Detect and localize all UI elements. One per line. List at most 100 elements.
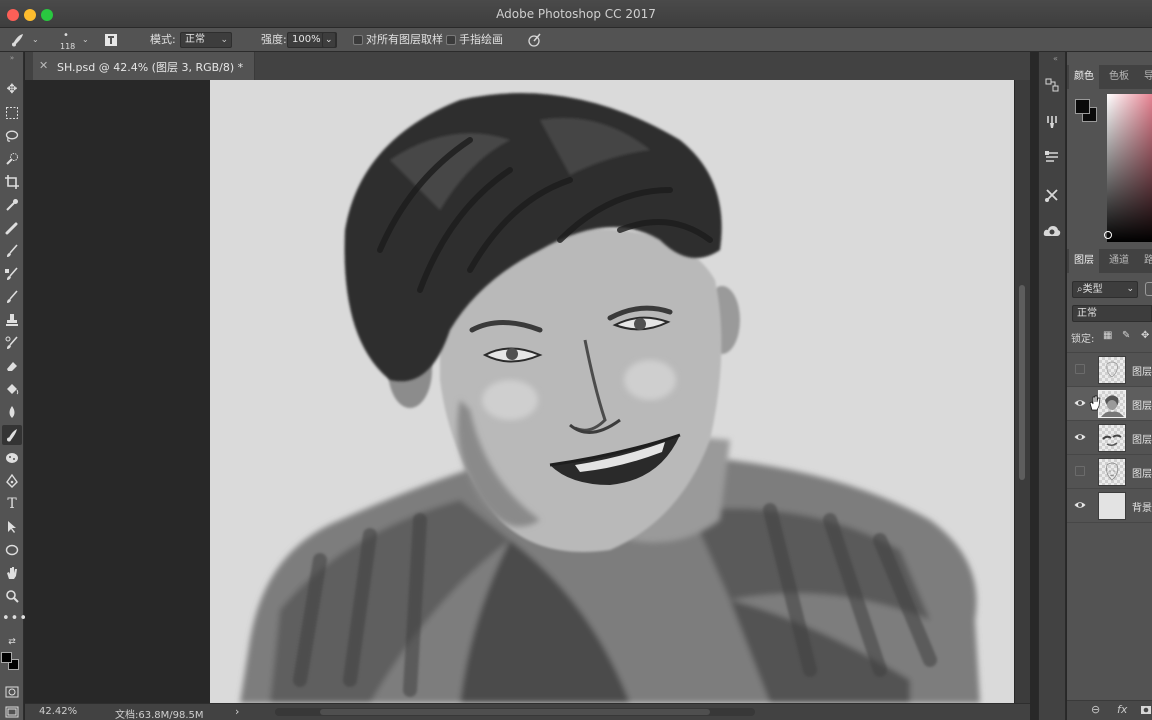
hand-tool-icon[interactable]	[2, 563, 22, 583]
mode-select[interactable]: 正常 ⌄	[180, 32, 232, 48]
marquee-tool-icon[interactable]	[2, 103, 22, 123]
eyedropper-tool-icon[interactable]	[2, 195, 22, 215]
lock-image-pixels-icon[interactable]: ✎	[1122, 330, 1130, 341]
tab-swatches[interactable]: 色板	[1104, 65, 1134, 89]
tab-paths[interactable]: 路	[1139, 249, 1152, 273]
tab-color[interactable]: 颜色	[1069, 65, 1099, 89]
tool-preset-chevron-icon[interactable]: ⌄	[32, 28, 39, 52]
layer-thumbnail	[1098, 390, 1126, 418]
brush-tool-icon[interactable]	[2, 241, 22, 261]
smudge-tool-icon[interactable]	[2, 425, 22, 445]
pressure-strength-icon[interactable]	[527, 28, 543, 52]
layer-name[interactable]: 图层	[1132, 431, 1152, 446]
smudge-tool-preset-icon[interactable]	[10, 28, 26, 52]
brush-settings-icon[interactable]	[104, 28, 118, 52]
art-history-brush-tool-icon[interactable]	[2, 333, 22, 353]
color-picker-cursor[interactable]	[1104, 231, 1112, 239]
mode-label: 模式:	[150, 33, 176, 46]
color-panel-foreground-swatch[interactable]	[1075, 99, 1090, 114]
crop-tool-icon[interactable]	[2, 172, 22, 192]
layer-row[interactable]: 图层	[1067, 455, 1152, 489]
lock-label: 锁定:	[1071, 334, 1095, 345]
quick-mask-icon[interactable]	[2, 682, 22, 702]
path-selection-tool-icon[interactable]	[2, 517, 22, 537]
lock-position-icon[interactable]: ✥	[1141, 330, 1149, 341]
zoom-level[interactable]: 42.42%	[39, 706, 77, 717]
tab-layers[interactable]: 图层	[1069, 249, 1099, 273]
layer-effects-button[interactable]: fx	[1117, 703, 1127, 716]
layer-name[interactable]: 图层	[1132, 465, 1152, 480]
close-icon[interactable]: ✕	[39, 59, 48, 72]
layer-thumbnail	[1098, 458, 1126, 486]
pen-tool-icon[interactable]	[2, 471, 22, 491]
type-tool-icon[interactable]: T	[2, 494, 22, 514]
horizontal-scrollbar-thumb[interactable]	[320, 709, 710, 715]
history-panel-icon[interactable]	[1041, 74, 1063, 96]
vertical-scrollbar-thumb[interactable]	[1019, 285, 1025, 480]
tab-guide[interactable]: 导	[1139, 65, 1152, 89]
quick-selection-tool-icon[interactable]	[2, 149, 22, 169]
hand-cursor-icon	[1089, 395, 1101, 414]
paint-bucket-tool-icon[interactable]	[2, 379, 22, 399]
layer-row[interactable]: 图层	[1067, 421, 1152, 455]
add-mask-icon[interactable]	[1141, 703, 1151, 718]
finger-painting-checkbox[interactable]	[446, 35, 456, 45]
character-panel-icon[interactable]	[1041, 147, 1063, 169]
window-title: Adobe Photoshop CC 2017	[496, 7, 656, 21]
finger-painting-label: 手指绘画	[459, 33, 503, 46]
layer-row[interactable]: 图层	[1067, 353, 1152, 387]
visibility-toggle[interactable]	[1075, 466, 1085, 476]
foreground-color-swatch[interactable]	[1, 652, 12, 663]
move-tool-icon[interactable]: ✥	[2, 80, 22, 100]
tab-channels[interactable]: 通道	[1104, 249, 1134, 273]
eye-icon[interactable]	[1074, 397, 1086, 409]
visibility-toggle[interactable]	[1075, 364, 1085, 374]
eye-icon[interactable]	[1074, 431, 1086, 443]
clone-stamp-tool-icon[interactable]	[2, 264, 22, 284]
layer-name[interactable]: 图层	[1132, 397, 1152, 412]
brush-size-value[interactable]: 118	[60, 42, 75, 51]
brush-picker-chevron-icon[interactable]: ⌄	[82, 28, 89, 52]
layer-filter-value: 类型	[1082, 284, 1103, 295]
document-canvas[interactable]	[210, 80, 1014, 703]
status-menu-chevron-icon[interactable]: ›	[235, 705, 239, 718]
strength-dropdown-button[interactable]: ⌄	[322, 32, 336, 48]
vertical-scrollbar[interactable]	[1015, 80, 1030, 703]
layers-panel-tabs: 图层 通道 路	[1067, 249, 1152, 273]
blur-tool-icon[interactable]	[2, 402, 22, 422]
lasso-tool-icon[interactable]	[2, 126, 22, 146]
link-layers-icon[interactable]: ⊖	[1091, 703, 1100, 716]
document-tab[interactable]: ✕ SH.psd @ 42.4% (图层 3, RGB/8) *	[33, 52, 255, 80]
layer-thumbnail	[1098, 492, 1126, 520]
layers-list: 图层 图层 图层 图层 背景	[1067, 352, 1152, 702]
swap-colors-icon[interactable]: ⇄	[2, 632, 22, 652]
screen-mode-icon[interactable]	[2, 702, 22, 720]
zoom-tool-icon[interactable]	[2, 586, 22, 606]
layer-row[interactable]: 图层	[1067, 387, 1152, 421]
blend-mode-select[interactable]: 正常	[1072, 305, 1152, 322]
layer-filter-select[interactable]: ⌕类型 ⌄	[1072, 281, 1138, 298]
collapse-panels-icon[interactable]: «	[1053, 54, 1058, 63]
eye-icon[interactable]	[1074, 499, 1086, 511]
layer-row[interactable]: 背景	[1067, 489, 1152, 523]
eraser-tool-icon[interactable]	[2, 356, 22, 376]
panel-gutter	[1030, 52, 1038, 720]
color-picker-field[interactable]	[1107, 94, 1152, 242]
lock-transparent-pixels-icon[interactable]: ▦	[1103, 330, 1112, 341]
more-tools-icon[interactable]: •••	[2, 609, 27, 629]
toolbar-collapse-icon[interactable]: »	[2, 54, 22, 62]
layer-name[interactable]: 图层	[1132, 363, 1152, 378]
ellipse-tool-icon[interactable]	[2, 540, 22, 560]
layer-name[interactable]: 背景	[1132, 499, 1152, 514]
filter-toggle-button[interactable]	[1145, 282, 1152, 296]
history-brush-tool-icon[interactable]	[2, 287, 22, 307]
brush-presets-panel-icon[interactable]	[1041, 111, 1063, 133]
healing-brush-tool-icon[interactable]	[2, 218, 22, 238]
horizontal-scrollbar[interactable]	[275, 708, 755, 716]
sponge-tool-icon[interactable]	[2, 448, 22, 468]
tool-presets-panel-icon[interactable]	[1041, 184, 1063, 206]
sample-all-layers-checkbox[interactable]	[353, 35, 363, 45]
stamp-tool-icon[interactable]	[2, 310, 22, 330]
libraries-panel-icon[interactable]	[1041, 221, 1063, 243]
chevron-down-icon: ⌄	[325, 35, 333, 45]
